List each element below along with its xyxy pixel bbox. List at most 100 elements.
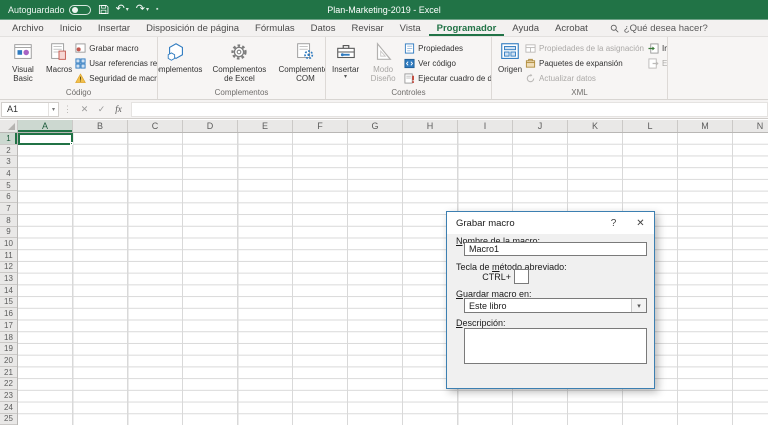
column-header[interactable]: E xyxy=(238,120,293,132)
origen-button[interactable]: Origen xyxy=(495,39,525,75)
shortcut-key-input[interactable] xyxy=(514,269,529,284)
column-header[interactable]: G xyxy=(348,120,403,132)
tab-disposicion[interactable]: Disposición de página xyxy=(138,20,247,36)
row-header[interactable]: 8 xyxy=(0,215,17,227)
autosave-toggle-icon[interactable] xyxy=(68,4,91,15)
row-header[interactable]: 5 xyxy=(0,180,17,192)
complementos-com-button[interactable]: Complementos COM xyxy=(273,39,325,84)
grabar-macro-button[interactable]: Grabar macro xyxy=(75,42,157,55)
dialog-help-button[interactable]: ? xyxy=(600,212,627,234)
row-header[interactable]: 3 xyxy=(0,156,17,169)
autosave-control[interactable]: Autoguardado xyxy=(8,4,91,15)
customize-qat-icon[interactable]: ▪ xyxy=(156,6,158,13)
tab-formulas[interactable]: Fórmulas xyxy=(247,20,303,36)
tab-programador[interactable]: Programador xyxy=(429,20,505,36)
row-header[interactable]: 17 xyxy=(0,320,17,332)
row-header[interactable]: 11 xyxy=(0,250,17,262)
column-header[interactable]: K xyxy=(568,120,623,132)
store-macro-in-select[interactable]: Este libro ▾ xyxy=(464,298,647,313)
com-add-ins-icon xyxy=(294,40,316,64)
formula-input[interactable] xyxy=(131,101,768,117)
properties-icon xyxy=(404,43,415,54)
propiedades-button[interactable]: Propiedades xyxy=(404,42,491,55)
ribbon-tab-row: Archivo Inicio Insertar Disposición de p… xyxy=(0,20,768,37)
seguridad-macros-button[interactable]: Seguridad de macros xyxy=(75,72,157,85)
group-label-xml: XML xyxy=(571,88,588,97)
undo-button[interactable]: ↶ ▾ xyxy=(116,4,129,15)
dialog-title: Grabar macro xyxy=(456,217,515,229)
cells-area[interactable] xyxy=(18,133,768,425)
enter-entry-icon[interactable]: ✓ xyxy=(93,104,110,115)
row-header[interactable]: 16 xyxy=(0,308,17,320)
row-header[interactable]: 2 xyxy=(0,145,17,157)
redo-dropdown-icon[interactable]: ▾ xyxy=(146,7,149,13)
row-header[interactable]: 18 xyxy=(0,332,17,344)
ver-codigo-label: Ver código xyxy=(418,59,456,68)
row-header[interactable]: 21 xyxy=(0,367,17,379)
insert-function-icon[interactable]: fx xyxy=(110,104,127,114)
ejecutar-dialogo-button[interactable]: Ejecutar cuadro de diálogo xyxy=(404,72,491,85)
column-header[interactable]: D xyxy=(183,120,238,132)
tab-ayuda[interactable]: Ayuda xyxy=(504,20,547,36)
column-header[interactable]: F xyxy=(293,120,348,132)
usar-referencias-button[interactable]: Usar referencias relativas xyxy=(75,57,157,70)
cancel-entry-icon[interactable]: ✕ xyxy=(76,104,93,115)
row-header[interactable]: 7 xyxy=(0,203,17,215)
tab-revisar[interactable]: Revisar xyxy=(343,20,391,36)
column-header[interactable]: N xyxy=(733,120,768,132)
column-header[interactable]: L xyxy=(623,120,678,132)
row-header[interactable]: 19 xyxy=(0,343,17,356)
name-box-dropdown-icon[interactable]: ▾ xyxy=(47,102,58,116)
row-header[interactable]: 25 xyxy=(0,414,17,425)
row-header[interactable]: 13 xyxy=(0,273,17,285)
row-header[interactable]: 15 xyxy=(0,297,17,309)
column-header[interactable]: J xyxy=(513,120,568,132)
tab-inicio[interactable]: Inicio xyxy=(52,20,90,36)
paquetes-expansion-button[interactable]: Paquetes de expansión xyxy=(525,57,644,70)
row-header[interactable]: 20 xyxy=(0,355,17,367)
column-header[interactable]: I xyxy=(458,120,513,132)
tab-insertar[interactable]: Insertar xyxy=(90,20,138,36)
column-header[interactable]: C xyxy=(128,120,183,132)
column-header[interactable]: B xyxy=(73,120,128,132)
complementos-excel-label: Complementos de Excel xyxy=(212,65,267,84)
row-header[interactable]: 14 xyxy=(0,285,17,297)
row-header[interactable]: 22 xyxy=(0,378,17,391)
row-header[interactable]: 1 xyxy=(0,133,17,145)
select-all-corner[interactable] xyxy=(0,120,18,132)
column-header[interactable]: H xyxy=(403,120,458,132)
row-header[interactable]: 6 xyxy=(0,191,17,204)
insertar-control-button[interactable]: Insertar ▾ xyxy=(329,39,362,82)
name-box[interactable]: A1 ▾ xyxy=(1,101,59,117)
visual-basic-button[interactable]: Visual Basic xyxy=(3,39,43,84)
importar-button[interactable]: Importar xyxy=(648,42,667,55)
combo-chevron-icon[interactable]: ▾ xyxy=(631,299,646,312)
column-header[interactable]: M xyxy=(678,120,733,132)
tab-acrobat[interactable]: Acrobat xyxy=(547,20,596,36)
macros-button[interactable]: Macros xyxy=(43,39,75,75)
row-header[interactable]: 12 xyxy=(0,262,17,274)
tab-datos[interactable]: Datos xyxy=(303,20,344,36)
complementos-excel-button[interactable]: Complementos de Excel xyxy=(207,39,271,84)
dialog-close-icon[interactable]: ✕ xyxy=(627,212,654,234)
row-header[interactable]: 10 xyxy=(0,238,17,250)
fill-handle[interactable] xyxy=(70,142,73,145)
undo-dropdown-icon[interactable]: ▾ xyxy=(126,7,129,13)
tell-me-search[interactable]: ¿Qué desea hacer? xyxy=(610,20,708,36)
save-icon[interactable] xyxy=(98,4,109,15)
complementos-button[interactable]: Complementos xyxy=(158,39,205,75)
row-header[interactable]: 4 xyxy=(0,168,17,180)
selected-cell-a1[interactable] xyxy=(18,133,73,145)
row-header[interactable]: 23 xyxy=(0,390,17,402)
ver-codigo-button[interactable]: Ver código xyxy=(404,57,491,70)
dialog-title-bar[interactable]: Grabar macro ? ✕ xyxy=(447,212,654,234)
column-header[interactable]: A xyxy=(18,120,73,132)
macro-name-input[interactable] xyxy=(464,242,647,256)
tab-archivo[interactable]: Archivo xyxy=(4,20,52,36)
row-header[interactable]: 24 xyxy=(0,402,17,414)
description-textarea[interactable] xyxy=(464,328,647,364)
tab-vista[interactable]: Vista xyxy=(392,20,429,36)
row-header[interactable]: 9 xyxy=(0,227,17,239)
insertar-dropdown-icon[interactable]: ▾ xyxy=(344,74,347,81)
redo-button[interactable]: ↷ ▾ xyxy=(136,4,149,15)
